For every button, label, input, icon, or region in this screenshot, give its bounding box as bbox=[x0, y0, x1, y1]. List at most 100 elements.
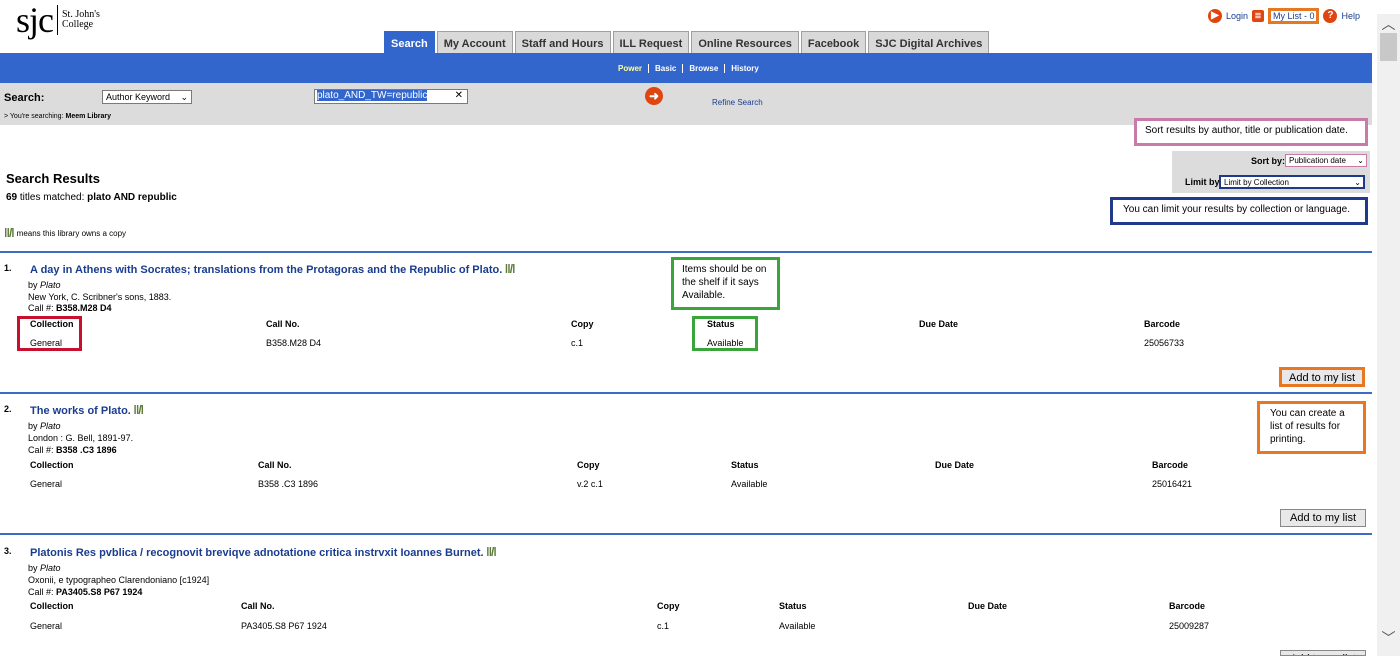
add-to-list-button[interactable]: Add to my list bbox=[1280, 650, 1366, 656]
tab-staff-hours[interactable]: Staff and Hours bbox=[514, 31, 611, 53]
cell-status: Available bbox=[779, 621, 816, 631]
matched-text: titles matched: bbox=[19, 192, 85, 203]
clear-icon[interactable]: ✕ bbox=[455, 90, 463, 101]
tab-facebook[interactable]: Facebook bbox=[800, 31, 867, 53]
logo-divider bbox=[57, 5, 58, 35]
scroll-down-icon[interactable]: ﹀ bbox=[1380, 628, 1397, 648]
scroll-up-icon[interactable]: ︿ bbox=[1380, 14, 1397, 34]
result-title-link[interactable]: Platonis Res pvblica / recognovit breviq… bbox=[30, 547, 484, 559]
cell-collection: General bbox=[30, 479, 63, 489]
col-collection: Collection bbox=[30, 601, 74, 611]
cell-copy: c.1 bbox=[571, 338, 584, 348]
logo-line2: College bbox=[62, 19, 94, 30]
result-author: by Plato bbox=[28, 280, 61, 290]
cell-status: Available bbox=[731, 479, 768, 489]
search-type-value: Author Keyword bbox=[106, 92, 171, 102]
tab-search[interactable]: Search bbox=[384, 31, 435, 53]
search-mode-nav: Power Basic Browse History bbox=[612, 64, 765, 73]
result-call-number: Call #: PA3405.S8 P67 1924 bbox=[28, 587, 142, 597]
owns-legend: ǁ/ǀ means this library owns a copy bbox=[4, 226, 126, 240]
logo-abbr: sjc bbox=[16, 0, 54, 40]
col-barcode: Barcode bbox=[1169, 601, 1206, 611]
call-value: B358.M28 D4 bbox=[56, 303, 112, 313]
result-title-link[interactable]: The works of Plato. bbox=[30, 405, 131, 417]
result-publication: London : G. Bell, 1891-97. bbox=[28, 433, 134, 443]
college-logo[interactable]: sjc St. John's College bbox=[16, 0, 100, 40]
limit-select[interactable]: Limit by Collection ⌄ bbox=[1219, 175, 1365, 189]
col-barcode: Barcode bbox=[1144, 319, 1181, 329]
add-to-list-button[interactable]: Add to my list bbox=[1280, 509, 1366, 527]
result-publication: Oxonii, e typographeo Clarendoniano [c19… bbox=[28, 575, 210, 585]
tab-digital-archives[interactable]: SJC Digital Archives bbox=[868, 31, 990, 53]
by-text: by bbox=[28, 421, 38, 431]
logo-name: St. John's College bbox=[62, 10, 100, 30]
search-type-select[interactable]: Author Keyword ⌄ bbox=[102, 90, 192, 104]
cell-barcode: 25009287 bbox=[1169, 621, 1210, 631]
matched-query: plato AND republic bbox=[87, 192, 177, 203]
col-due-date: Due Date bbox=[968, 601, 1008, 611]
chevron-down-icon: ⌄ bbox=[1354, 178, 1361, 187]
searching-location: > You're searching: Meem Library bbox=[4, 113, 111, 120]
col-copy: Copy bbox=[577, 460, 600, 470]
subnav-basic[interactable]: Basic bbox=[648, 64, 682, 73]
results-title: Search Results bbox=[6, 171, 100, 186]
owned-copy-icon: ǁ/ǀ bbox=[486, 545, 497, 559]
refine-search-link[interactable]: Refine Search bbox=[712, 98, 763, 107]
result-divider bbox=[0, 392, 1372, 394]
add-to-list-button[interactable]: Add to my list bbox=[1279, 367, 1365, 387]
subnav-power[interactable]: Power bbox=[612, 64, 648, 73]
cell-barcode: 25016421 bbox=[1152, 479, 1193, 489]
tab-my-account[interactable]: My Account bbox=[436, 31, 513, 53]
sort-select[interactable]: Publication date ⌄ bbox=[1285, 154, 1367, 167]
search-go-button[interactable]: ➜ bbox=[645, 87, 663, 105]
search-query: plato_AND_TW=republic bbox=[317, 90, 428, 101]
chevron-down-icon: ⌄ bbox=[180, 92, 188, 102]
result-divider bbox=[0, 533, 1372, 535]
status-highlight bbox=[692, 316, 758, 351]
sort-callout: Sort results by author, title or publica… bbox=[1134, 118, 1368, 146]
col-call-no: Call No. bbox=[258, 460, 292, 470]
search-label: Search: bbox=[4, 92, 45, 104]
result-author: by Plato bbox=[28, 563, 61, 573]
col-copy: Copy bbox=[657, 601, 680, 611]
subnav-history[interactable]: History bbox=[724, 64, 765, 73]
tab-online-resources[interactable]: Online Resources bbox=[691, 31, 799, 53]
col-copy: Copy bbox=[571, 319, 594, 329]
login-link[interactable]: Login bbox=[1226, 11, 1248, 21]
list-icon[interactable]: ≣ bbox=[1251, 10, 1264, 22]
sort-value: Publication date bbox=[1289, 156, 1346, 165]
match-count: 69 bbox=[6, 192, 18, 203]
col-due-date: Due Date bbox=[919, 319, 959, 329]
result-title-link[interactable]: A day in Athens with Socrates; translati… bbox=[30, 264, 502, 276]
col-due-date: Due Date bbox=[935, 460, 975, 470]
result-author: by Plato bbox=[28, 421, 61, 431]
owned-copy-icon: ǁ/ǀ bbox=[133, 403, 144, 417]
author-name: Plato bbox=[40, 421, 61, 431]
help-link[interactable]: Help bbox=[1341, 11, 1360, 21]
col-barcode: Barcode bbox=[1152, 460, 1189, 470]
cell-barcode: 25056733 bbox=[1144, 338, 1185, 348]
searching-prefix: > You're searching: bbox=[4, 113, 64, 120]
scrollbar[interactable] bbox=[1377, 14, 1400, 656]
shelf-callout: Items should be on the shelf if it says … bbox=[671, 257, 780, 310]
cell-copy: c.1 bbox=[657, 621, 670, 631]
col-collection: Collection bbox=[30, 460, 74, 470]
login-icon[interactable]: ▶ bbox=[1207, 9, 1222, 23]
result-number: 2. bbox=[4, 404, 12, 414]
cell-call-no: PA3405.S8 P67 1924 bbox=[241, 621, 327, 631]
scroll-thumb[interactable] bbox=[1380, 33, 1397, 61]
result-divider bbox=[0, 251, 1372, 253]
limit-value: Limit by Collection bbox=[1224, 178, 1289, 187]
search-input[interactable]: plato_AND_TW=republic ✕ bbox=[314, 89, 468, 104]
tab-ill-request[interactable]: ILL Request bbox=[612, 31, 690, 53]
cell-call-no: B358 .C3 1896 bbox=[258, 479, 319, 489]
subnav-browse[interactable]: Browse bbox=[682, 64, 724, 73]
call-label: Call #: bbox=[28, 445, 54, 455]
author-name: Plato bbox=[40, 280, 61, 290]
result-call-number: Call #: B358 .C3 1896 bbox=[28, 445, 117, 455]
my-list-link[interactable]: My List - 0 bbox=[1267, 8, 1320, 24]
chevron-down-icon: ⌄ bbox=[1357, 156, 1364, 165]
help-icon[interactable]: ? bbox=[1323, 9, 1338, 23]
result-number: 3. bbox=[4, 546, 12, 556]
call-label: Call #: bbox=[28, 303, 54, 313]
